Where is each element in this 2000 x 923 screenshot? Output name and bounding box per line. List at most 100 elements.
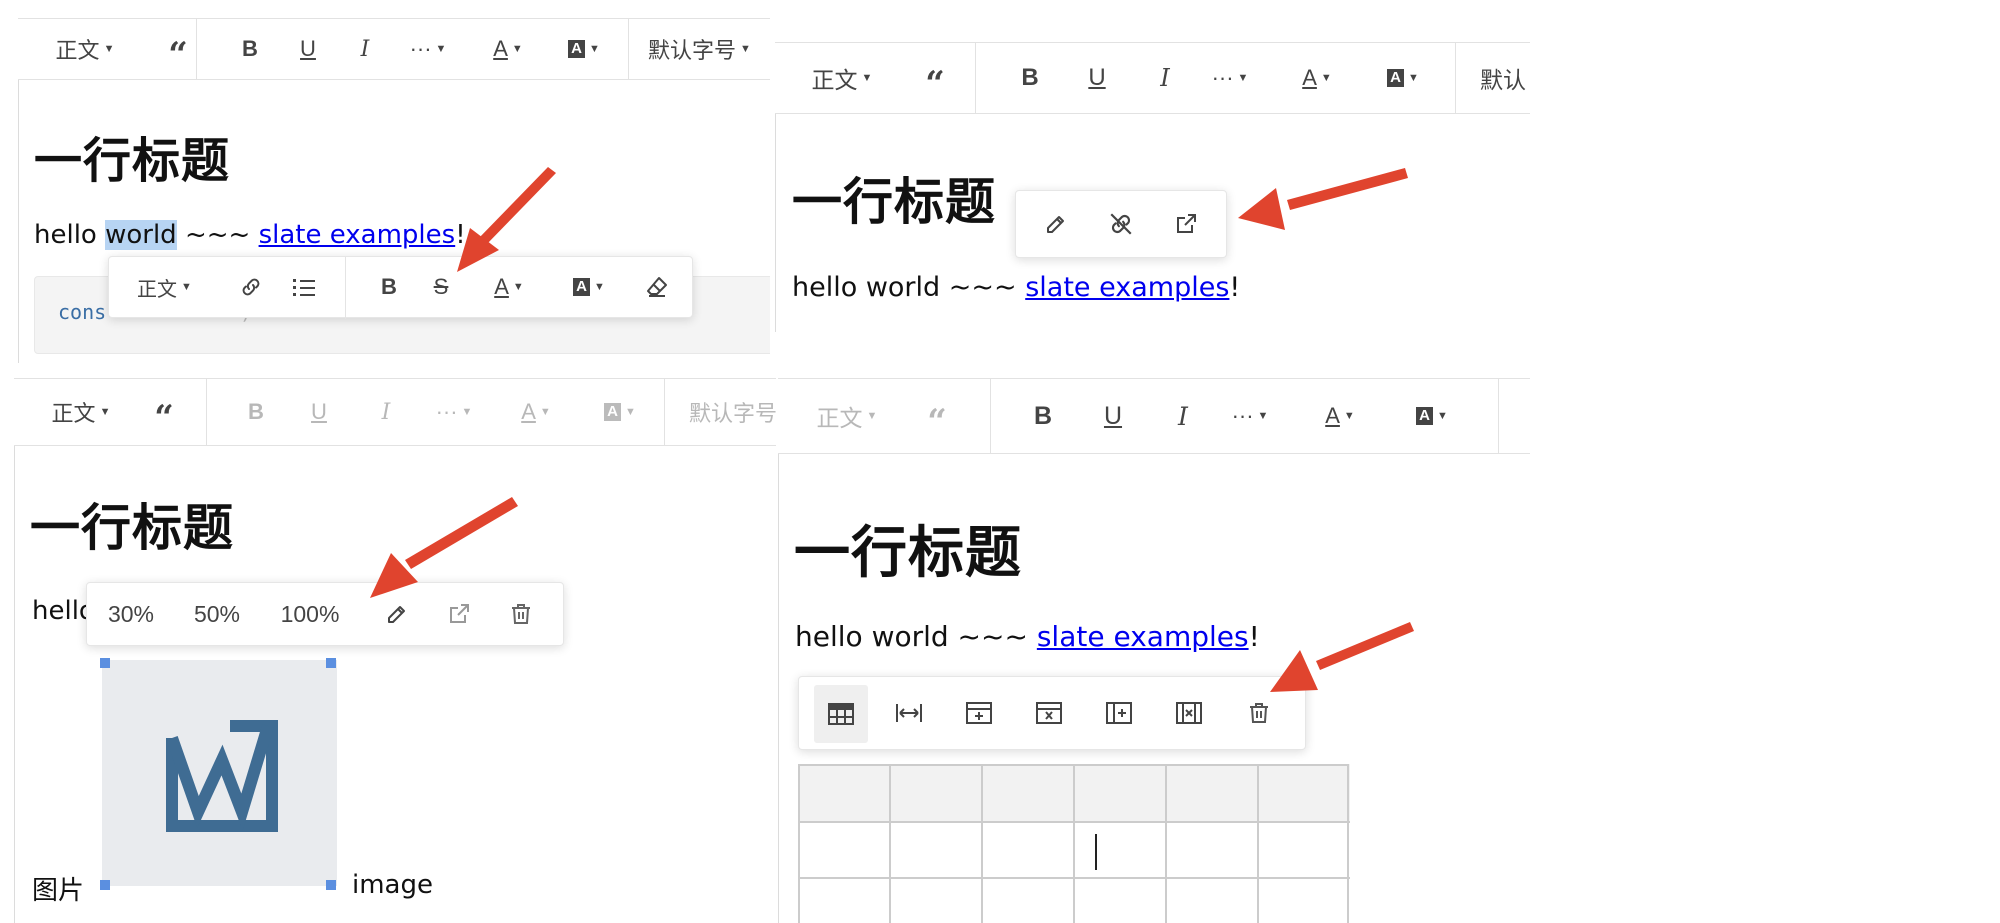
paragraph-select[interactable]: 正文 ▼: [40, 379, 122, 445]
italic-button[interactable]: I: [1145, 43, 1185, 113]
bg-color-button[interactable]: A ▼: [554, 19, 614, 79]
bg-color-icon: A: [568, 40, 585, 58]
text-bang: !: [1229, 272, 1241, 303]
unlink-icon: [1110, 213, 1132, 235]
strikethrough-button[interactable]: S: [421, 257, 461, 317]
delete-image-button[interactable]: [501, 583, 541, 645]
bold-button[interactable]: B: [1023, 379, 1063, 453]
hover-paragraph-label: 正文: [137, 278, 178, 301]
font-size-select[interactable]: 默认字号: [689, 379, 776, 445]
unlink-button[interactable]: [1101, 191, 1141, 257]
link[interactable]: slate examples: [259, 220, 456, 250]
more-button[interactable]: ··· ▼: [398, 19, 458, 79]
more-button[interactable]: ··· ▼: [424, 379, 484, 445]
code-text: cons: [58, 300, 107, 324]
bold-button[interactable]: B: [236, 379, 276, 445]
quote-button[interactable]: “: [912, 379, 962, 453]
text-bang: !: [455, 220, 466, 250]
font-color-button[interactable]: A ▼: [1287, 43, 1347, 113]
delete-table-button[interactable]: [1234, 677, 1284, 749]
paragraph-select[interactable]: 正文 ▼: [806, 379, 888, 453]
open-image-button[interactable]: [439, 583, 479, 645]
italic-icon: I: [1178, 401, 1188, 431]
quote-icon: “: [925, 64, 945, 104]
link-menu: [1015, 190, 1227, 258]
paragraph-select[interactable]: 正文 ▼: [44, 19, 126, 79]
more-button[interactable]: ··· ▼: [1200, 43, 1260, 113]
table-header-button[interactable]: [814, 685, 868, 743]
quote-button[interactable]: “: [910, 43, 960, 113]
full-width-button[interactable]: [884, 677, 934, 749]
resize-handle[interactable]: [100, 658, 110, 668]
bulleted-list-button[interactable]: [284, 257, 324, 317]
chevron-down-icon: ▼: [539, 406, 551, 418]
link[interactable]: slate examples: [1025, 272, 1229, 303]
font-size-label: 默认字号: [648, 38, 737, 63]
italic-button[interactable]: I: [1163, 379, 1203, 453]
resize-handle[interactable]: [100, 880, 110, 890]
underline-button[interactable]: U: [1077, 43, 1117, 113]
font-color-button[interactable]: A ▼: [1308, 379, 1372, 453]
text-hello: hello: [34, 220, 106, 250]
underline-button[interactable]: U: [1093, 379, 1133, 453]
image-caption-right: image: [352, 870, 433, 900]
italic-button[interactable]: I: [345, 19, 385, 79]
insert-col-icon: [1106, 702, 1132, 724]
insert-col-button[interactable]: [1094, 677, 1144, 749]
edit-link-button[interactable]: [1036, 191, 1076, 257]
paragraph-select-label: 正文: [55, 38, 100, 63]
font-color-button[interactable]: A ▼: [478, 19, 538, 79]
insert-row-icon: [966, 702, 992, 724]
bg-color-button[interactable]: A ▼: [590, 379, 650, 445]
open-link-button[interactable]: [1166, 191, 1206, 257]
bold-button[interactable]: B: [1010, 43, 1050, 113]
image-width-100-button[interactable]: 100%: [275, 583, 345, 645]
chevron-down-icon: ▼: [866, 410, 878, 422]
delete-row-button[interactable]: [1024, 677, 1074, 749]
italic-button[interactable]: I: [366, 379, 406, 445]
image-width-30-button[interactable]: 30%: [101, 583, 161, 645]
hover-bold-button[interactable]: B: [369, 257, 409, 317]
font-size-select[interactable]: 默认: [1480, 43, 1530, 113]
hover-font-color-button[interactable]: A ▼: [479, 257, 539, 317]
quote-button[interactable]: “: [139, 379, 189, 445]
paragraph-text: hello world ~~~ slate examples!: [34, 220, 466, 250]
table[interactable]: [798, 764, 1350, 923]
underline-button[interactable]: U: [299, 379, 339, 445]
insert-row-button[interactable]: [954, 677, 1004, 749]
bold-icon: B: [381, 274, 397, 299]
link-icon: [242, 278, 260, 296]
image[interactable]: [102, 660, 337, 886]
hover-toolbar: 正文 ▼ B S A ▼ A ▼: [108, 256, 693, 319]
bg-color-button[interactable]: A ▼: [1373, 43, 1433, 113]
resize-handle[interactable]: [326, 658, 336, 668]
bg-color-button[interactable]: A ▼: [1400, 379, 1464, 453]
hover-paragraph-select[interactable]: 正文 ▼: [127, 257, 202, 317]
chevron-down-icon: ▼: [624, 406, 636, 418]
link[interactable]: slate examples: [1037, 620, 1249, 653]
editor-panel-image-menu: 正文 ▼ “ B U I ··· ▼ A ▼ A ▼ 默认字号 一行标题 hello 图…: [14, 378, 776, 923]
delete-col-button[interactable]: [1164, 677, 1214, 749]
font-size-select[interactable]: 默认字号 ▼: [648, 19, 770, 79]
chevron-down-icon: ▼: [103, 43, 115, 55]
open-link-icon: [450, 604, 469, 623]
more-icon: ···: [1211, 65, 1234, 90]
clear-format-button[interactable]: [637, 257, 677, 317]
toolbar-divider: [628, 19, 629, 79]
editor-border-left: [14, 378, 15, 923]
underline-button[interactable]: U: [288, 19, 328, 79]
resize-handle[interactable]: [326, 880, 336, 890]
hover-bg-color-button[interactable]: A ▼: [559, 257, 619, 317]
link-button[interactable]: [231, 257, 271, 317]
bold-button[interactable]: B: [230, 19, 270, 79]
edit-image-button[interactable]: [377, 583, 417, 645]
more-button[interactable]: ··· ▼: [1218, 379, 1282, 453]
paragraph-select[interactable]: 正文 ▼: [801, 43, 883, 113]
font-color-button[interactable]: A ▼: [506, 379, 566, 445]
main-toolbar: 正文 ▼ “ B U I ··· ▼ A ▼ A ▼: [778, 378, 1530, 454]
image-width-50-button[interactable]: 50%: [187, 583, 247, 645]
bulleted-list-icon: [293, 279, 315, 296]
strikethrough-icon: S: [433, 274, 449, 299]
image-caption-left: 图片: [32, 876, 85, 906]
chevron-down-icon: ▼: [861, 72, 873, 84]
